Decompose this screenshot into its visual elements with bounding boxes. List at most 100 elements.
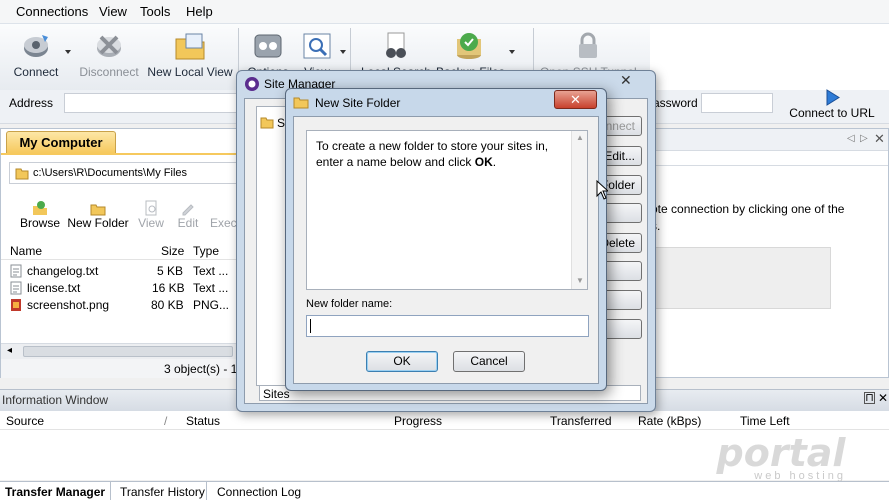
welcome-text-line1: ote connection by clicking one of the bbox=[651, 202, 845, 216]
welcome-pane: ◁ ▷ ✕ ote connection by clicking one of … bbox=[650, 128, 889, 378]
pane-tabbar: ◁ ▷ ✕ bbox=[651, 129, 888, 151]
window-close-icon[interactable]: ✕ bbox=[878, 391, 888, 405]
dialog-message-box: To create a new folder to store your sit… bbox=[306, 130, 588, 290]
backup-icon bbox=[457, 33, 481, 59]
tab-separator bbox=[206, 482, 207, 500]
column-transferred[interactable]: Transferred bbox=[550, 414, 612, 428]
status-bar: 3 object(s) - 1 bbox=[1, 359, 237, 378]
column-rate[interactable]: Rate (kBps) bbox=[638, 414, 701, 428]
transfer-list: portal web hosting bbox=[0, 430, 889, 482]
password-input[interactable] bbox=[701, 93, 773, 113]
menu-bar: Connections View Tools Help bbox=[0, 0, 889, 24]
folder-window-icon bbox=[175, 33, 205, 60]
tab-scroll-left-icon[interactable]: ◁ bbox=[847, 133, 855, 144]
disconnect-icon bbox=[97, 35, 121, 57]
toolbar-empty-area bbox=[650, 24, 889, 90]
dialog-body: To create a new folder to store your sit… bbox=[293, 116, 599, 384]
view-icon bbox=[303, 33, 331, 59]
my-computer-pane: My Computer c:\Users\R\Documents\My File… bbox=[0, 128, 238, 378]
information-window-title: Information Window bbox=[2, 393, 109, 407]
text-file-icon bbox=[10, 264, 22, 278]
column-source[interactable]: Source bbox=[6, 414, 44, 428]
message-scrollbar[interactable]: ▲ ▼ bbox=[571, 131, 587, 289]
text-cursor bbox=[310, 319, 311, 333]
options-icon bbox=[254, 34, 282, 58]
connect-to-url-button[interactable]: Connect to URL bbox=[784, 89, 880, 123]
connect-button[interactable]: Connect bbox=[8, 24, 64, 86]
image-file-icon bbox=[11, 299, 21, 311]
tab-scroll-right-icon[interactable]: ▷ bbox=[860, 133, 868, 144]
new-site-folder-dialog: New Site Folder ✕ To create a new folder… bbox=[285, 88, 607, 391]
close-icon: ✕ bbox=[570, 92, 581, 107]
file-list-header: Name Size Type bbox=[1, 242, 237, 260]
tab-transfer-manager[interactable]: Transfer Manager bbox=[5, 485, 105, 499]
new-local-view-button[interactable]: New Local View bbox=[146, 24, 234, 86]
scroll-up-icon[interactable]: ▲ bbox=[576, 133, 584, 142]
view-file-icon bbox=[145, 200, 157, 216]
menu-connections[interactable]: Connections bbox=[16, 4, 88, 19]
menu-view[interactable]: View bbox=[99, 4, 127, 19]
pin-icon[interactable]: ⊓ bbox=[864, 392, 875, 404]
new-folder-icon bbox=[90, 204, 106, 216]
tab-transfer-history[interactable]: Transfer History bbox=[120, 485, 205, 499]
edit-file-button[interactable]: Edit bbox=[173, 200, 203, 230]
scrollbar-thumb[interactable] bbox=[23, 346, 233, 357]
file-row[interactable]: license.txt 16 KB Text ... bbox=[9, 280, 239, 297]
view-dropdown-icon[interactable] bbox=[340, 50, 346, 54]
column-type[interactable]: Type bbox=[193, 244, 219, 258]
app-logo-icon bbox=[245, 77, 259, 91]
dialog-close-button[interactable]: ✕ bbox=[554, 90, 597, 109]
tab-separator bbox=[110, 482, 111, 500]
menu-help[interactable]: Help bbox=[186, 4, 213, 19]
connect-icon bbox=[24, 35, 48, 57]
new-folder-button[interactable]: New Folder bbox=[65, 200, 131, 230]
horizontal-scrollbar[interactable]: ◂ bbox=[1, 343, 237, 359]
edit-icon bbox=[182, 204, 194, 216]
sites-folder-icon bbox=[260, 117, 274, 129]
welcome-panel bbox=[651, 247, 831, 309]
disconnect-button[interactable]: Disconnect bbox=[76, 24, 142, 86]
column-name[interactable]: Name bbox=[10, 244, 42, 258]
object-count: 3 object(s) - 1 bbox=[164, 362, 238, 376]
dialog-title: New Site Folder bbox=[315, 96, 401, 110]
path-field[interactable]: c:\Users\R\Documents\My Files bbox=[9, 162, 237, 184]
scroll-left-icon[interactable]: ◂ bbox=[7, 345, 12, 356]
column-size[interactable]: Size bbox=[161, 244, 184, 258]
menu-tools[interactable]: Tools bbox=[140, 4, 170, 19]
column-status[interactable]: Status bbox=[186, 414, 220, 428]
view-file-button[interactable]: View bbox=[135, 200, 167, 230]
connect-dropdown-icon[interactable] bbox=[65, 50, 71, 54]
divider bbox=[651, 165, 888, 166]
file-row[interactable]: changelog.txt 5 KB Text ... bbox=[9, 263, 239, 280]
pane-close-icon[interactable]: ✕ bbox=[874, 131, 885, 147]
play-arrow-icon bbox=[826, 89, 840, 106]
scroll-down-icon[interactable]: ▼ bbox=[576, 276, 584, 285]
tab-underline bbox=[1, 153, 237, 155]
folder-name-input[interactable] bbox=[306, 315, 589, 337]
cancel-button[interactable]: Cancel bbox=[453, 351, 525, 372]
column-progress[interactable]: Progress bbox=[394, 414, 442, 428]
binoculars-icon bbox=[386, 32, 406, 58]
lock-icon bbox=[578, 32, 597, 58]
folder-icon bbox=[15, 168, 29, 180]
browse-icon bbox=[33, 201, 47, 215]
watermark-logo: portal web hosting bbox=[716, 431, 846, 482]
backup-dropdown-icon[interactable] bbox=[509, 50, 515, 54]
address-input[interactable] bbox=[64, 93, 244, 113]
tab-my-computer[interactable]: My Computer bbox=[6, 131, 116, 153]
execute-button[interactable]: Execute bbox=[210, 216, 238, 230]
folder-name-label: New folder name: bbox=[306, 298, 393, 310]
folder-icon bbox=[293, 97, 309, 109]
text-file-icon bbox=[10, 281, 22, 295]
bottom-tab-bar: Transfer Manager Transfer History Connec… bbox=[0, 481, 889, 500]
mouse-cursor-icon bbox=[596, 180, 608, 200]
ok-button[interactable]: OK bbox=[366, 351, 438, 372]
site-manager-close-icon[interactable]: ✕ bbox=[620, 72, 632, 89]
tab-connection-log[interactable]: Connection Log bbox=[217, 485, 301, 499]
dialog-message: To create a new folder to store your sit… bbox=[316, 139, 549, 169]
column-divider-icon: / bbox=[164, 414, 168, 428]
browse-button[interactable]: Browse bbox=[15, 200, 65, 230]
transfer-list-header: Source / Status Progress Transferred Rat… bbox=[0, 411, 889, 430]
file-row[interactable]: screenshot.png 80 KB PNG... bbox=[9, 297, 239, 314]
column-time-left[interactable]: Time Left bbox=[740, 414, 790, 428]
